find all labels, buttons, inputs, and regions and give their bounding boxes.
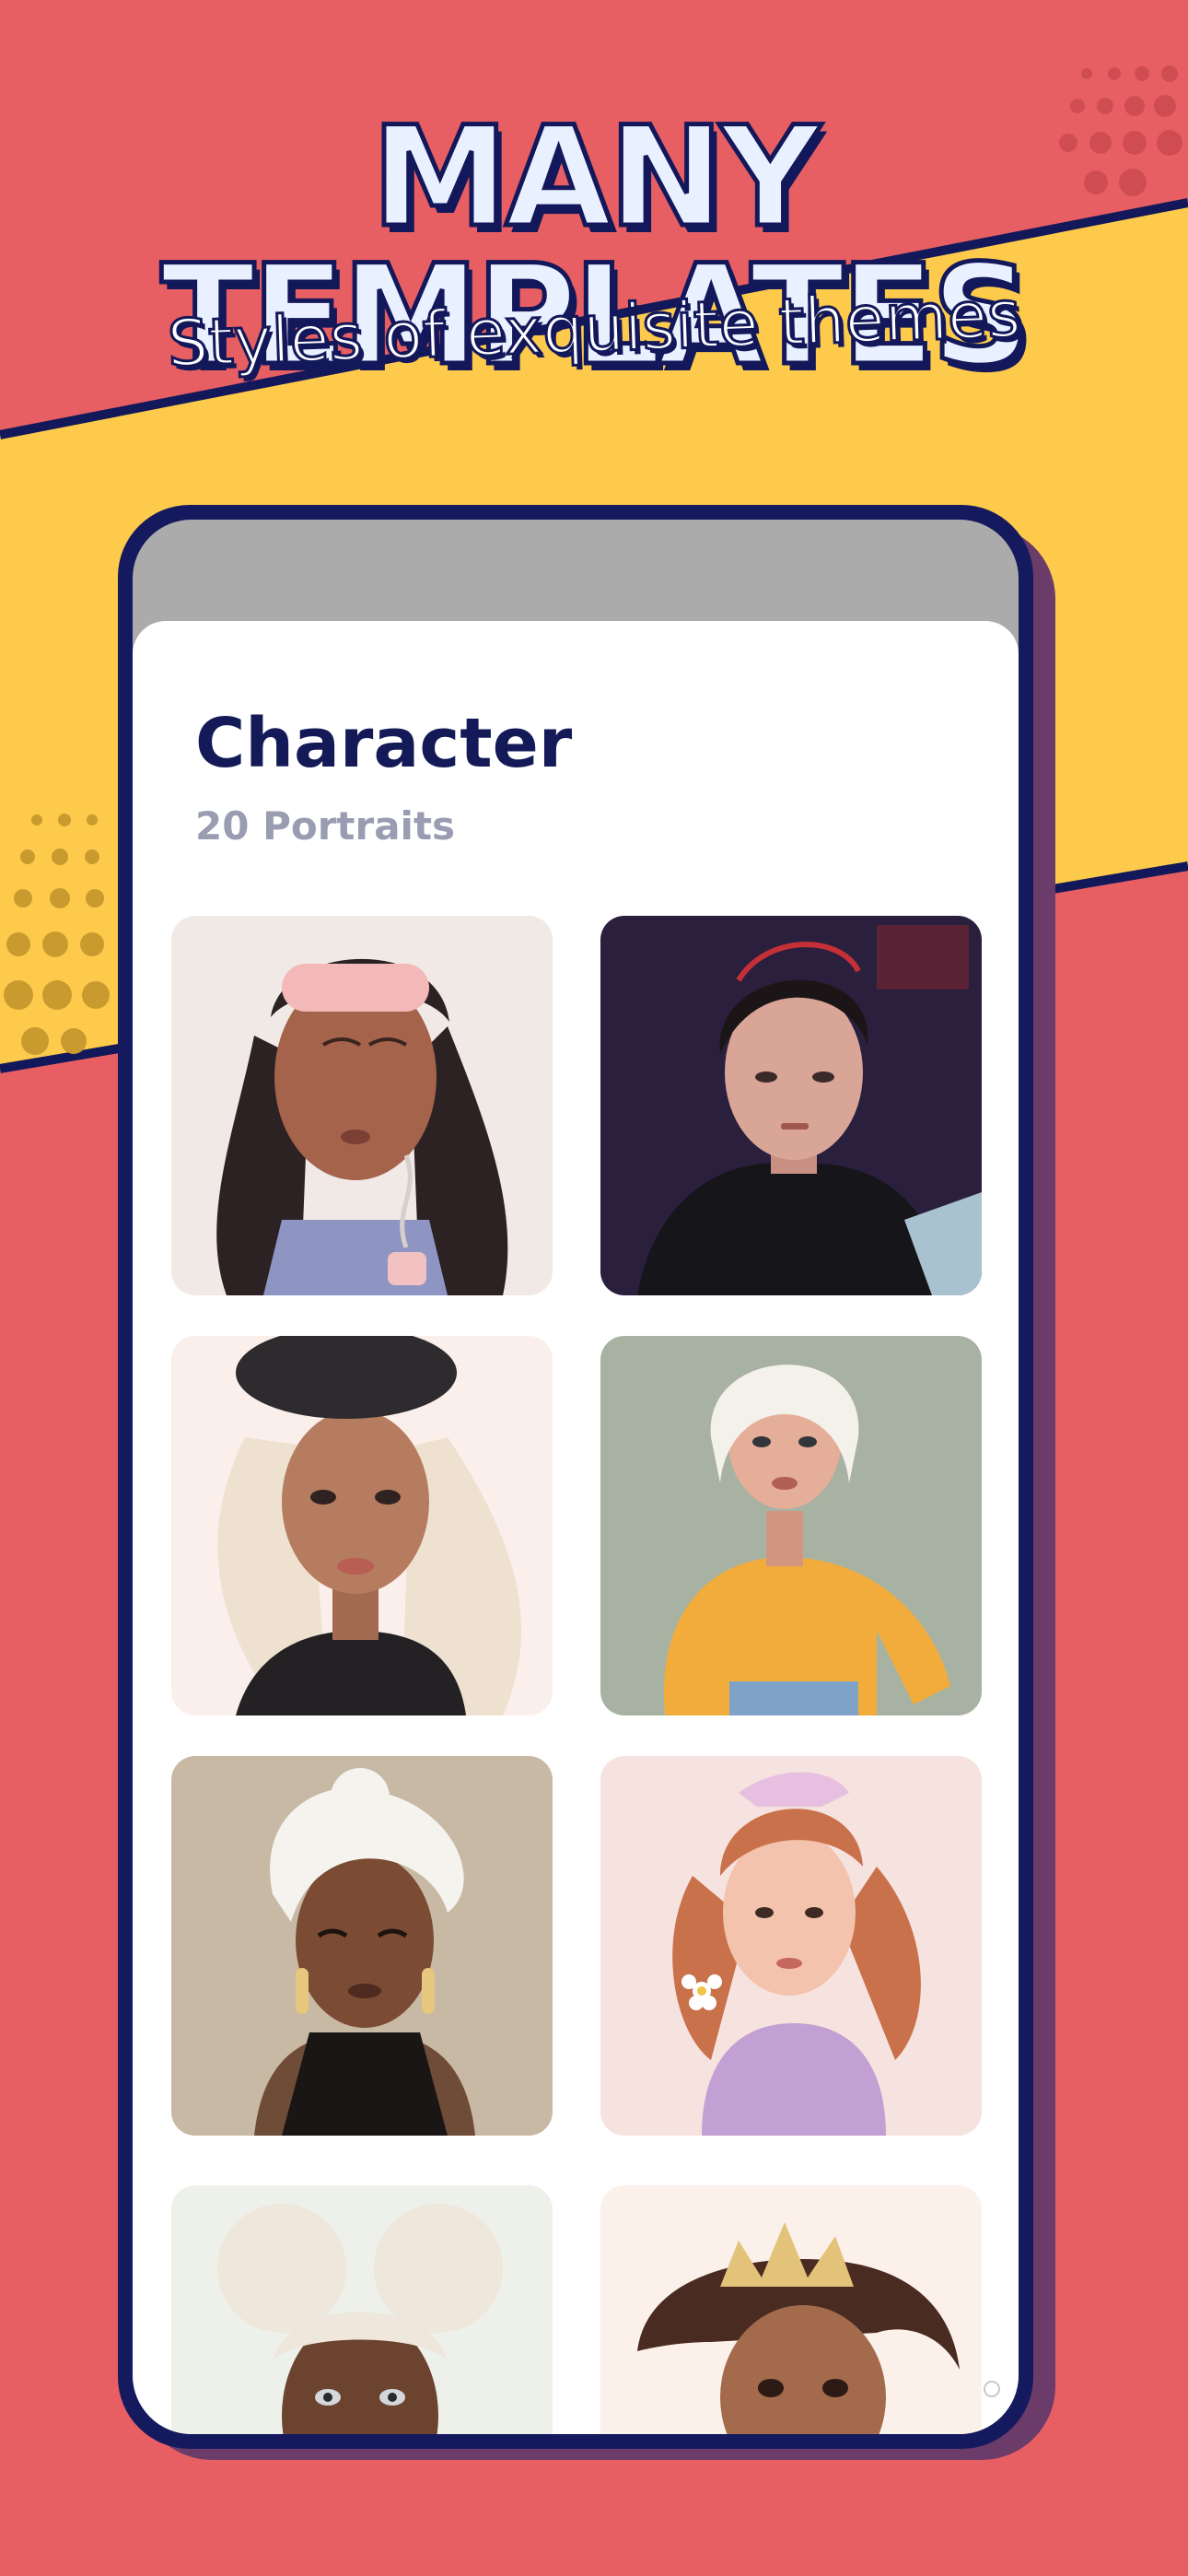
yellow-sweater-girl-illustration <box>600 1336 982 1715</box>
portrait-card-daisy-girl[interactable] <box>600 1756 982 2136</box>
portrait-card-white-bun-girl[interactable] <box>171 1756 553 2136</box>
crown-girl-illustration <box>600 2185 982 2434</box>
phone-screen: Character 20 Portraits <box>133 520 1019 2434</box>
portrait-card-double-bun-girl[interactable] <box>171 2185 553 2434</box>
portrait-card-sleep-mask-girl[interactable] <box>171 916 553 1295</box>
portrait-card-hoodie-boy[interactable] <box>600 916 982 1295</box>
beret-girl-illustration <box>171 1336 553 1715</box>
scroll-indicator <box>984 2381 1000 2397</box>
white-bun-girl-illustration <box>171 1756 553 2136</box>
page-title: Character <box>195 704 573 783</box>
phone-frame: Character 20 Portraits <box>118 505 1033 2449</box>
double-bun-girl-illustration <box>171 2185 553 2434</box>
hoodie-boy-illustration <box>600 916 982 1295</box>
portrait-card-yellow-sweater-girl[interactable] <box>600 1336 982 1715</box>
character-sheet: Character 20 Portraits <box>133 621 1019 2434</box>
portrait-card-crown-girl[interactable] <box>600 2185 982 2434</box>
portrait-card-beret-girl[interactable] <box>171 1336 553 1715</box>
daisy-girl-illustration <box>600 1756 982 2136</box>
sleep-mask-girl-illustration <box>171 916 553 1295</box>
portrait-count: 20 Portraits <box>195 803 456 849</box>
